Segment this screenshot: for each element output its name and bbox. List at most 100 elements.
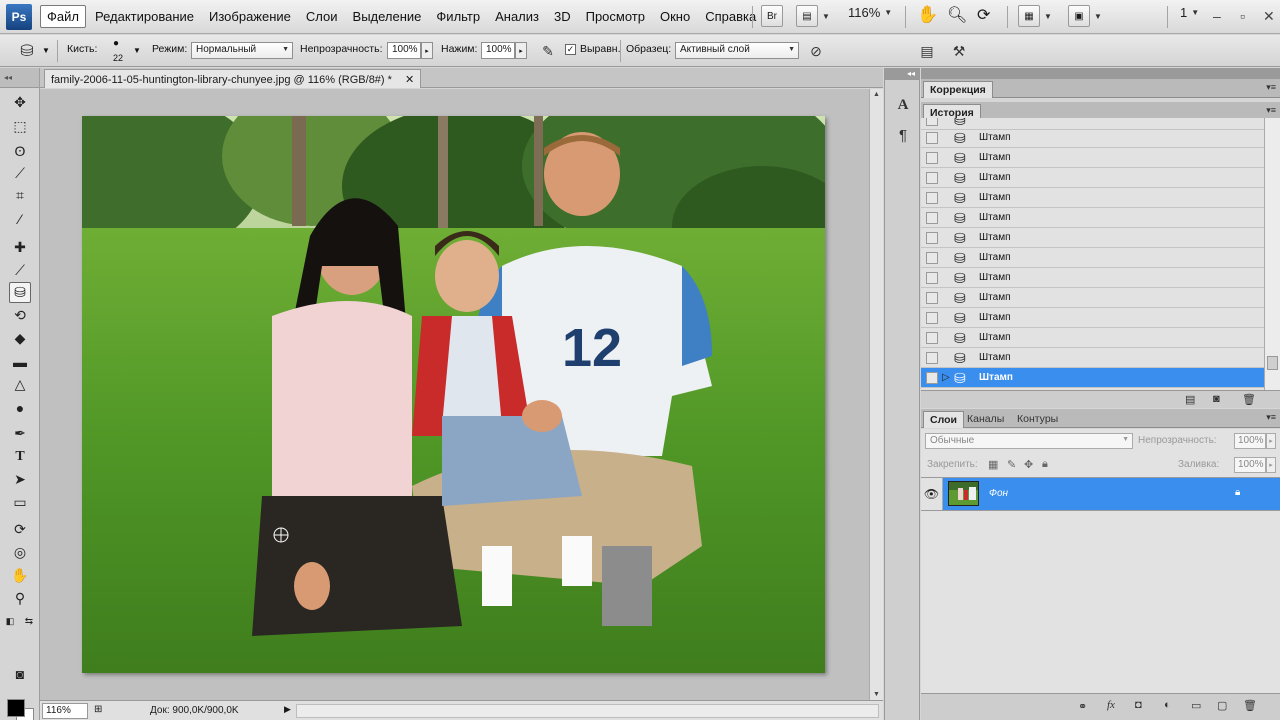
history-state-marker-icon[interactable]: ▷ xyxy=(942,372,950,383)
link-layers-icon[interactable]: ⚭ xyxy=(1078,700,1087,713)
new-snapshot-icon[interactable]: ◙ xyxy=(1213,393,1220,405)
toolbox-grip[interactable]: ◂◂ xyxy=(0,68,39,88)
airbrush-icon[interactable]: ✎ xyxy=(539,42,557,60)
add-mask-icon[interactable]: ◘ xyxy=(1135,699,1142,711)
pressure-slider-arrow[interactable]: ▸ xyxy=(515,42,527,59)
lasso-tool-icon[interactable]: ʘ xyxy=(9,140,31,161)
history-item[interactable]: ⛁ Штамп xyxy=(921,228,1264,248)
quick-mask-icon[interactable]: ◙ xyxy=(9,663,31,684)
fill-input[interactable]: 100% xyxy=(1234,457,1266,473)
eyedropper-tool-icon[interactable]: ⁄ xyxy=(9,208,31,229)
eraser-tool-icon[interactable]: ◆ xyxy=(9,328,31,349)
history-item[interactable]: ⛁ Штамп xyxy=(921,268,1264,288)
status-menu-arrow-icon[interactable]: ▶ xyxy=(284,704,291,715)
history-snapshot-box[interactable] xyxy=(926,232,938,244)
close-icon[interactable]: ✕ xyxy=(1263,8,1275,25)
menu-view[interactable]: Просмотр xyxy=(580,6,651,27)
lock-all-icon[interactable]: 🔒︎ xyxy=(1042,458,1048,471)
history-item[interactable]: ⛁ Штамп xyxy=(921,248,1264,268)
new-document-from-state-icon[interactable]: ▤ xyxy=(1185,393,1195,406)
hand-tool-icon[interactable]: ✋ xyxy=(917,5,938,25)
lock-image-icon[interactable]: ✎ xyxy=(1007,458,1016,471)
default-colors-icon[interactable]: ◧ xyxy=(4,611,16,632)
layer-style-icon[interactable]: fx xyxy=(1107,699,1115,711)
history-item[interactable]: ⛁ Штамп xyxy=(921,348,1264,368)
tab-correction[interactable]: Коррекция xyxy=(923,81,993,98)
pressure-input[interactable]: 100% xyxy=(481,42,515,59)
brush-picker-arrow[interactable]: ▼ xyxy=(133,46,141,55)
document-tab[interactable]: family-2006-11-05-huntington-library-chu… xyxy=(44,69,422,88)
swap-colors-icon[interactable]: ⇆ xyxy=(23,611,35,632)
scroll-up-icon[interactable]: ▲ xyxy=(873,91,880,98)
vertical-scrollbar[interactable]: ▲ ▼ xyxy=(869,89,883,700)
clone-source-panel-icon[interactable]: ▤ xyxy=(918,42,936,60)
history-item[interactable]: ⛁ Штамп xyxy=(921,308,1264,328)
paragraph-panel-icon[interactable]: ¶ xyxy=(893,124,913,146)
menu-analysis[interactable]: Анализ xyxy=(489,6,545,27)
layer-opacity-arrow[interactable]: ▸ xyxy=(1266,433,1276,449)
hand-tool-icon[interactable]: ✋ xyxy=(9,565,31,586)
layer-opacity-input[interactable]: 100% xyxy=(1234,433,1266,449)
clone-stamp-tool-icon[interactable]: ⛁ xyxy=(18,42,36,60)
history-snapshot-box[interactable] xyxy=(926,372,938,384)
new-group-icon[interactable]: ▭ xyxy=(1191,699,1201,712)
scroll-down-icon[interactable]: ▼ xyxy=(873,691,880,698)
history-snapshot-box[interactable] xyxy=(926,252,938,264)
history-item[interactable]: ⛁ Штамп xyxy=(921,328,1264,348)
menu-image[interactable]: Изображение xyxy=(203,6,297,27)
move-tool-icon[interactable]: ✥ xyxy=(9,92,31,113)
opacity-slider-arrow[interactable]: ▸ xyxy=(421,42,433,59)
history-snapshot-box[interactable] xyxy=(926,132,938,144)
history-snapshot-box[interactable] xyxy=(926,292,938,304)
zoom-tool-icon[interactable]: ⚲ xyxy=(9,588,31,609)
pen-tool-icon[interactable]: ✒ xyxy=(9,423,31,444)
history-item[interactable]: ⛁ Штамп xyxy=(921,288,1264,308)
close-document-icon[interactable]: ✕ xyxy=(405,74,414,86)
marquee-tool-icon[interactable]: ⬚ xyxy=(9,116,31,137)
rotate-view-icon[interactable]: ⟳ xyxy=(977,5,990,25)
blend-mode-select[interactable]: Обычные xyxy=(925,433,1133,449)
dodge-tool-icon[interactable]: ● xyxy=(9,397,31,418)
blur-tool-icon[interactable]: △ xyxy=(9,374,31,395)
horizontal-scrollbar[interactable] xyxy=(296,704,879,718)
history-item[interactable]: ⛁ Штамп xyxy=(921,148,1264,168)
gradient-tool-icon[interactable]: ▬ xyxy=(9,351,31,372)
history-snapshot-box[interactable] xyxy=(926,152,938,164)
aligned-checkbox[interactable]: ✓ xyxy=(565,44,576,55)
sample-select[interactable]: Активный слой xyxy=(675,42,799,59)
screen-mode-button[interactable]: ▣ xyxy=(1068,5,1090,27)
history-item[interactable]: ⛁ Штамп xyxy=(921,168,1264,188)
foreground-color-swatch[interactable] xyxy=(7,699,25,717)
3d-orbit-tool-icon[interactable]: ◎ xyxy=(9,542,31,563)
history-snapshot-box[interactable] xyxy=(926,312,938,324)
clone-stamp-tool-icon[interactable]: ⛁ xyxy=(9,282,31,303)
history-item-current[interactable]: ▷ ⛁ Штамп xyxy=(921,368,1264,388)
crop-tool-icon[interactable]: ⌗ xyxy=(9,185,31,206)
arrange-documents-button[interactable]: ▦ xyxy=(1018,5,1040,27)
minimize-icon[interactable]: – xyxy=(1213,8,1221,24)
new-layer-icon[interactable]: ▢ xyxy=(1217,699,1227,712)
tool-preset-arrow[interactable]: ▼ xyxy=(42,46,50,55)
menu-filter[interactable]: Фильтр xyxy=(430,6,486,27)
fill-arrow[interactable]: ▸ xyxy=(1266,457,1276,473)
history-snapshot-box[interactable] xyxy=(926,118,938,126)
history-snapshot-box[interactable] xyxy=(926,272,938,284)
tab-channels[interactable]: Каналы xyxy=(961,411,1010,428)
history-scroll-thumb[interactable] xyxy=(1267,356,1278,370)
menu-file[interactable]: Файл xyxy=(40,5,86,28)
lock-transparency-icon[interactable]: ▦ xyxy=(988,458,998,471)
quick-selection-tool-icon[interactable]: ⟋ xyxy=(9,163,31,184)
menu-select[interactable]: Выделение xyxy=(347,6,428,27)
delete-layer-icon[interactable]: 🗑︎ xyxy=(1243,699,1257,712)
document-image[interactable]: 12 xyxy=(82,116,825,673)
history-snapshot-box[interactable] xyxy=(926,172,938,184)
bridge-button[interactable]: Br xyxy=(761,5,783,27)
tab-paths[interactable]: Контуры xyxy=(1011,411,1064,428)
3d-rotate-tool-icon[interactable]: ⟳ xyxy=(9,519,31,540)
menu-edit[interactable]: Редактирование xyxy=(89,6,200,27)
history-snapshot-box[interactable] xyxy=(926,212,938,224)
opacity-input[interactable]: 100% xyxy=(387,42,421,59)
maximize-icon[interactable]: ▫ xyxy=(1240,8,1245,24)
menu-layers[interactable]: Слои xyxy=(300,6,344,27)
correction-panel-menu-icon[interactable]: ▾≡ xyxy=(1266,82,1276,93)
